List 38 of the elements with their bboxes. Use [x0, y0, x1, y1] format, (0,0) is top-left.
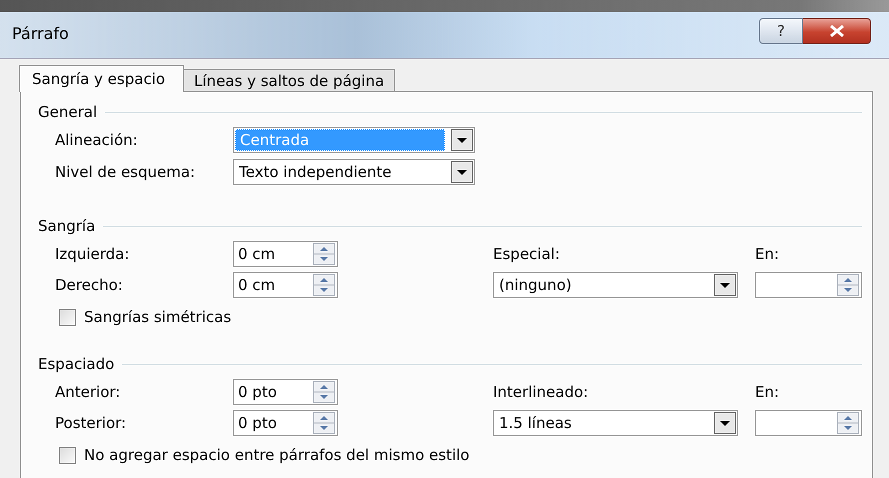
number-field[interactable]: 0 cm	[233, 272, 338, 298]
window-title: Párrafo	[12, 24, 69, 43]
spinner-icon[interactable]	[837, 274, 859, 296]
spinner-icon[interactable]	[313, 274, 335, 296]
tab[interactable]: Líneas y saltos de página	[183, 69, 396, 91]
field-label: Interlineado:	[493, 382, 590, 400]
close-icon	[828, 25, 844, 37]
close-button[interactable]	[803, 18, 871, 44]
field-label: Izquierda:	[55, 244, 130, 262]
field-label: Nivel de esquema:	[55, 163, 196, 181]
spinner-icon[interactable]	[313, 380, 335, 402]
section-heading: Sangría	[38, 217, 96, 235]
dropdown[interactable]: 1.5 líneas	[493, 410, 738, 436]
checkbox[interactable]	[59, 308, 76, 326]
dropdown[interactable]: (ninguno)	[493, 272, 738, 298]
section-heading: General	[38, 103, 98, 121]
spinner-icon[interactable]	[313, 242, 335, 264]
number-field[interactable]: 0 cm	[233, 240, 338, 266]
field-label: En:	[755, 382, 780, 400]
number-field[interactable]	[755, 410, 862, 436]
checkbox[interactable]	[59, 446, 76, 464]
field-label: En:	[755, 244, 780, 262]
field-label: Derecho:	[55, 276, 124, 294]
spinner-icon[interactable]	[837, 412, 859, 434]
number-field[interactable]: 0 pto	[233, 378, 338, 404]
section-heading: Espaciado	[38, 355, 114, 373]
field-label: Especial:	[493, 244, 561, 262]
spinner-icon[interactable]	[313, 412, 335, 434]
number-field[interactable]	[755, 272, 862, 298]
tab[interactable]: Sangría y espacio	[19, 65, 184, 92]
field-label: Alineación:	[55, 131, 139, 149]
number-field[interactable]: 0 pto	[233, 410, 338, 436]
dropdown[interactable]: Texto independiente	[233, 159, 475, 185]
checkbox-label: Sangrías simétricas	[84, 308, 232, 326]
field-label: Anterior:	[55, 382, 122, 400]
help-button[interactable]: ?	[759, 18, 803, 44]
field-label: Posterior:	[55, 414, 128, 432]
checkbox-label: No agregar espacio entre párrafos del mismo estilo	[84, 446, 470, 464]
